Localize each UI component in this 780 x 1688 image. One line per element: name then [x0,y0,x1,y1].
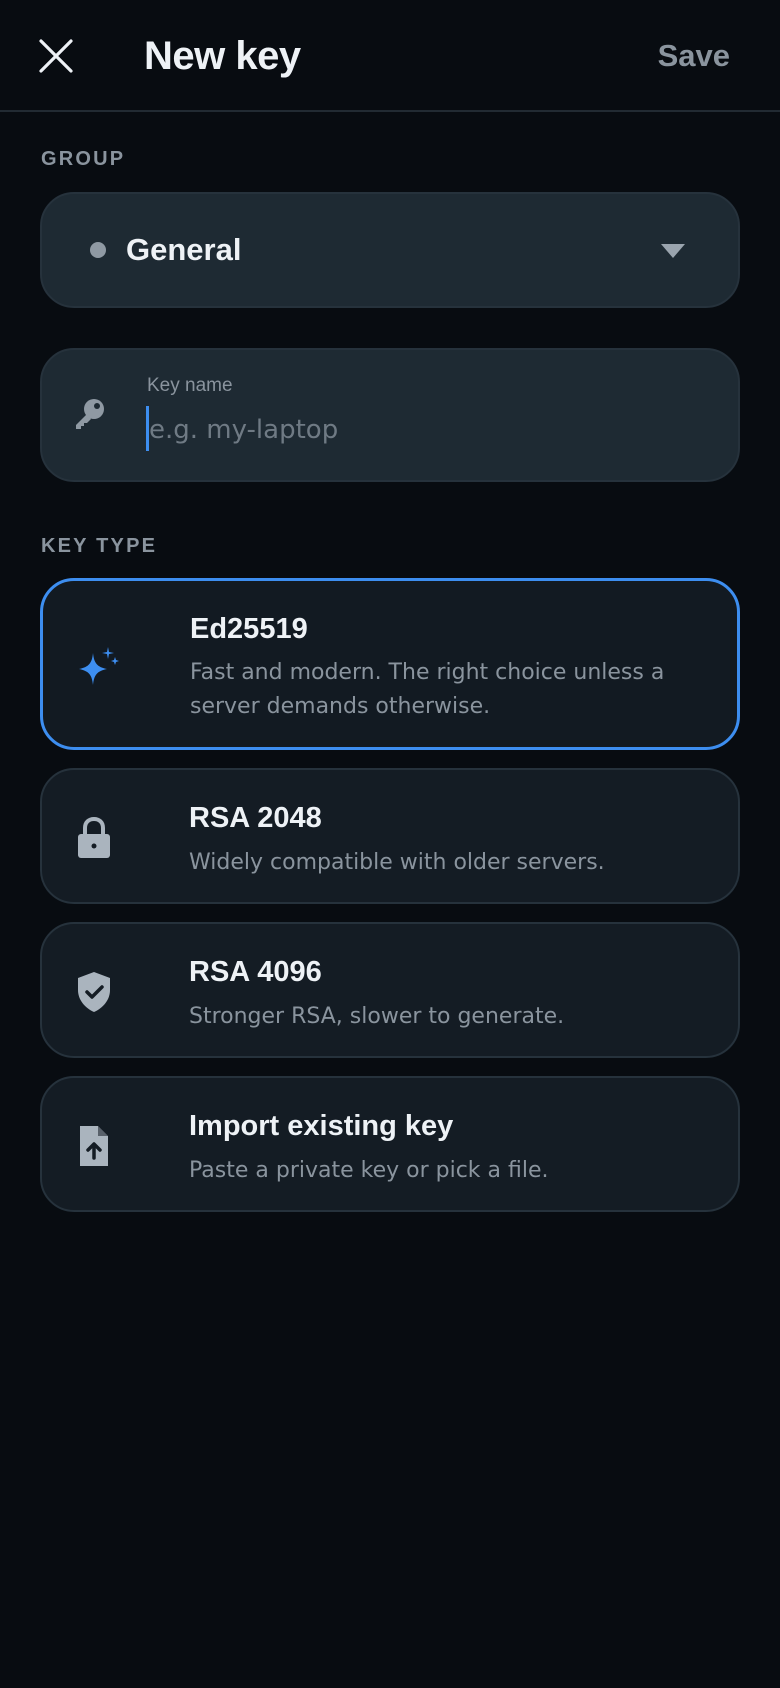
option-description: Widely compatible with older servers. [189,850,605,875]
lock-icon [78,816,110,858]
save-button[interactable]: Save [658,28,730,84]
option-title: RSA 2048 [189,802,322,834]
key-icon [76,399,104,429]
new-key-screen: New key Save GROUP General Key name KEY … [0,0,780,1688]
group-color-dot [90,242,106,258]
option-title: Ed25519 [190,613,308,645]
file-upload-icon [80,1126,108,1166]
close-button[interactable] [26,26,86,86]
chevron-down-icon [661,244,685,258]
sparkle-icon [79,647,119,685]
option-description: Paste a private key or pick a file. [189,1158,549,1183]
top-bar: New key Save [0,0,780,112]
option-title: RSA 4096 [189,956,322,988]
key-type-option-rsa-4096[interactable]: RSA 4096 Stronger RSA, slower to generat… [40,922,740,1058]
key-type-section-label: KEY TYPE [41,535,158,557]
group-section-label: GROUP [41,148,126,170]
key-name-input[interactable] [147,408,707,452]
group-selected-value: General [126,232,242,267]
shield-check-icon [78,972,110,1012]
key-type-option-import[interactable]: Import existing key Paste a private key … [40,1076,740,1212]
option-description: Stronger RSA, slower to generate. [189,1004,565,1029]
page-title: New key [144,34,301,78]
key-name-label: Key name [147,375,233,396]
close-icon [39,39,73,73]
key-type-option-rsa-2048[interactable]: RSA 2048 Widely compatible with older se… [40,768,740,904]
option-title: Import existing key [189,1110,454,1142]
key-type-option-ed25519[interactable]: Ed25519 Fast and modern. The right choic… [40,578,740,750]
option-description: Fast and modern. The right choice unless… [190,660,665,719]
